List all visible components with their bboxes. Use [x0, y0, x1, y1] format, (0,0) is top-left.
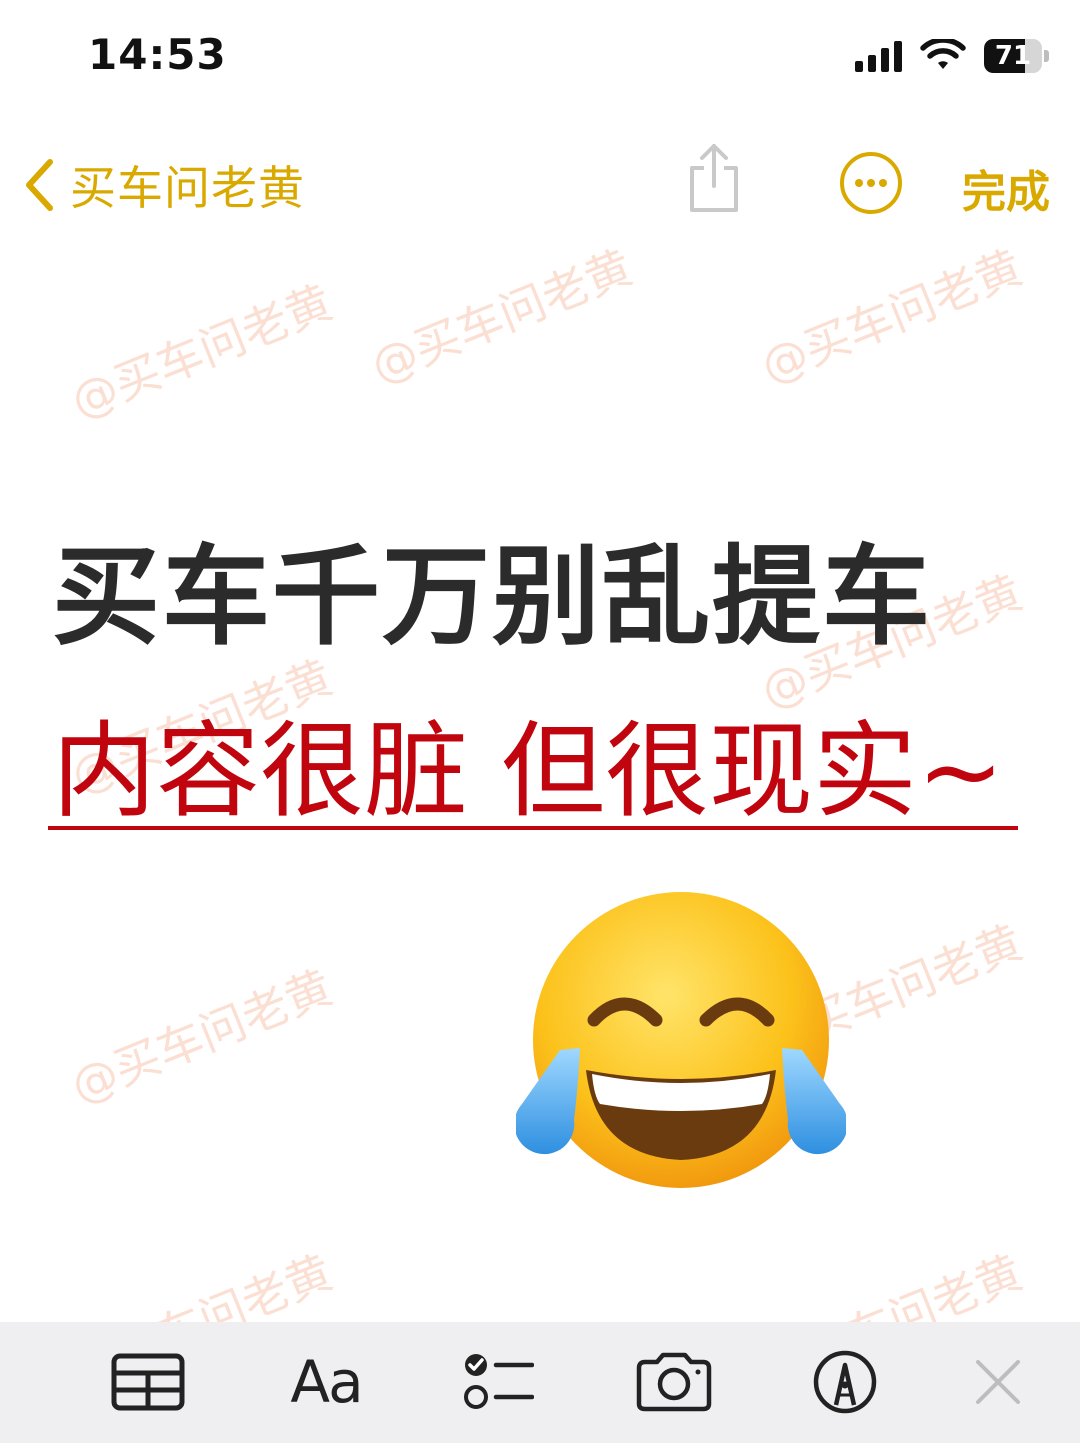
close-icon: [976, 1360, 1020, 1404]
close-button[interactable]: [968, 1344, 1028, 1420]
status-time: 14:53: [88, 30, 227, 79]
share-icon: [690, 144, 738, 212]
done-button[interactable]: 完成: [962, 156, 1050, 220]
battery-level: 71: [994, 41, 1032, 71]
markup-button[interactable]: [810, 1344, 880, 1420]
cellular-signal-icon: [855, 40, 902, 72]
wifi-icon: [920, 39, 966, 69]
checklist-button[interactable]: [460, 1344, 536, 1420]
nav-bar: 买车问老黄 完成: [0, 130, 1080, 240]
chevron-left-icon: [26, 159, 53, 211]
more-button[interactable]: [838, 150, 904, 220]
share-button[interactable]: [684, 140, 744, 220]
back-label: 买车问老黄: [70, 161, 305, 215]
table-icon: [111, 1353, 185, 1411]
battery-icon: 71: [984, 39, 1050, 73]
face-with-tears-of-joy-emoji: [516, 892, 846, 1188]
status-bar: 14:53 71: [0, 0, 1080, 110]
checklist-icon: [464, 1354, 534, 1409]
subtitle-underline: [48, 826, 1018, 830]
format-button[interactable]: Aa: [286, 1344, 366, 1420]
camera-button[interactable]: [634, 1344, 714, 1420]
status-icons: 71: [855, 34, 1050, 78]
note-title: 买车千万别乱提车: [52, 535, 933, 660]
pen-tip-circle-icon: [813, 1350, 877, 1414]
note-subtitle: 内容很脏 但很现实~: [52, 710, 1005, 832]
back-button[interactable]: 买车问老黄: [22, 152, 305, 218]
bottom-toolbar: Aa: [0, 1322, 1080, 1443]
ellipsis-circle-icon: [840, 152, 902, 214]
camera-icon: [636, 1352, 712, 1412]
table-button[interactable]: [110, 1344, 186, 1420]
